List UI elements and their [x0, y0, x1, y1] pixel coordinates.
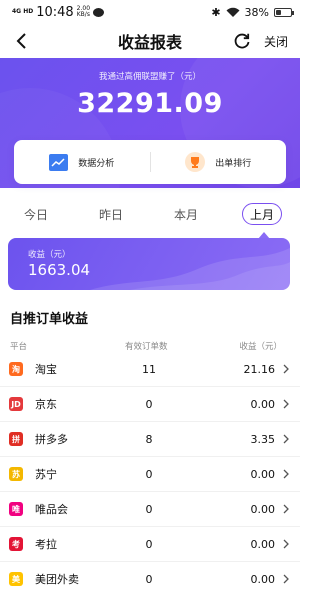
column-header-platform: 平台: [10, 342, 28, 352]
platform-name: 拼多多: [35, 433, 68, 446]
platform-name: 苏宁: [35, 468, 57, 481]
battery-percent: 38%: [244, 5, 269, 19]
data-analysis-label: 数据分析: [78, 158, 115, 169]
column-header-orders: 有效订单数: [125, 342, 168, 352]
period-summary-card: 收益（元） 1663.04: [8, 238, 290, 290]
tab-this-month[interactable]: 本月: [168, 203, 204, 225]
earnings-value: 0.00: [250, 572, 276, 586]
table-row[interactable]: 拼拼多多 8 3.35: [0, 422, 300, 457]
column-header-earnings: 收益（元）: [239, 342, 282, 352]
earnings-value: 0.00: [250, 537, 276, 551]
bluetooth-icon: ✱: [211, 5, 221, 19]
summary-value: 1663.04: [28, 261, 91, 279]
order-count: 0: [145, 502, 153, 516]
earnings-value: 0.00: [250, 397, 276, 411]
order-ranking-button[interactable]: 出单排行: [151, 140, 287, 184]
tab-today[interactable]: 今日: [18, 203, 54, 225]
vipshop-icon: 唯: [9, 502, 23, 516]
page-header: 收益报表 关闭: [0, 24, 300, 58]
chevron-right-icon: [283, 539, 289, 549]
back-button[interactable]: [10, 30, 32, 52]
earnings-value: 0.00: [250, 467, 276, 481]
platform-name: 唯品会: [35, 503, 68, 516]
table-row[interactable]: 唯唯品会 0 0.00: [0, 492, 300, 527]
status-bar: 4G HD 10:48 2.00 KB/s ✱ 38%: [0, 0, 300, 24]
tab-yesterday[interactable]: 昨日: [93, 203, 129, 225]
chat-bubble-icon: [93, 7, 105, 17]
status-time: 10:48: [36, 4, 74, 20]
order-ranking-label: 出单排行: [215, 158, 252, 169]
table-row[interactable]: 美美团外卖 0 0.00: [0, 562, 300, 595]
platform-name: 京东: [35, 398, 57, 411]
order-count: 0: [145, 397, 153, 411]
refresh-button[interactable]: [232, 31, 252, 51]
total-earnings: 32291.09: [77, 88, 223, 119]
table-row[interactable]: 考考拉 0 0.00: [0, 527, 300, 562]
table-row[interactable]: 淘淘宝 11 21.16: [0, 352, 300, 387]
quick-actions-card: 数据分析 出单排行: [14, 140, 286, 184]
network-indicator: 4G HD: [12, 8, 34, 15]
summary-label: 收益（元）: [28, 250, 71, 260]
chevron-right-icon: [283, 364, 289, 374]
earnings-value: 0.00: [250, 502, 276, 516]
taobao-icon: 淘: [9, 362, 23, 376]
chart-icon: [49, 153, 69, 171]
table-row[interactable]: 苏苏宁 0 0.00: [0, 457, 300, 492]
meituan-icon: 美: [9, 572, 23, 586]
close-button[interactable]: 关闭: [264, 33, 288, 50]
data-analysis-button[interactable]: 数据分析: [14, 140, 150, 184]
earnings-value: 21.16: [243, 362, 276, 376]
banner-subtitle: 我通过高佣联盟赚了（元）: [98, 72, 201, 82]
chevron-left-icon: [16, 33, 26, 49]
order-count: 8: [145, 432, 153, 446]
chevron-right-icon: [283, 399, 289, 409]
earnings-value: 3.35: [250, 432, 276, 446]
suning-icon: 苏: [9, 467, 23, 481]
order-count: 11: [142, 362, 156, 376]
order-count: 0: [145, 467, 153, 481]
chevron-right-icon: [283, 434, 289, 444]
trophy-icon: [185, 152, 206, 172]
chevron-right-icon: [283, 469, 289, 479]
refresh-icon: [234, 33, 250, 49]
order-count: 0: [145, 572, 153, 586]
battery-icon: [274, 7, 294, 17]
wifi-icon: [226, 7, 240, 17]
section-title: 自推订单收益: [10, 312, 89, 327]
table-row[interactable]: JD 京东 0 0.00: [0, 387, 300, 422]
jd-icon: JD: [9, 397, 23, 411]
tab-last-month[interactable]: 上月: [242, 203, 282, 225]
pinduoduo-icon: 拼: [9, 432, 23, 446]
platform-name: 美团外卖: [35, 573, 79, 586]
order-count: 0: [145, 537, 153, 551]
wave-decoration: [90, 248, 290, 290]
kaola-icon: 考: [9, 537, 23, 551]
platform-name: 淘宝: [35, 363, 57, 376]
platform-name: 考拉: [35, 538, 57, 551]
period-tabs: 今日 昨日 本月 上月: [0, 203, 300, 227]
network-speed: 2.00 KB/s: [76, 5, 91, 18]
chevron-right-icon: [283, 504, 289, 514]
chevron-right-icon: [283, 574, 289, 584]
page-title: 收益报表: [117, 33, 182, 52]
platform-list: 淘淘宝 11 21.16 JD 京东 0 0.00 拼拼多多 8 3.35 苏苏宁 0 0.00 唯唯品会…: [0, 352, 300, 595]
